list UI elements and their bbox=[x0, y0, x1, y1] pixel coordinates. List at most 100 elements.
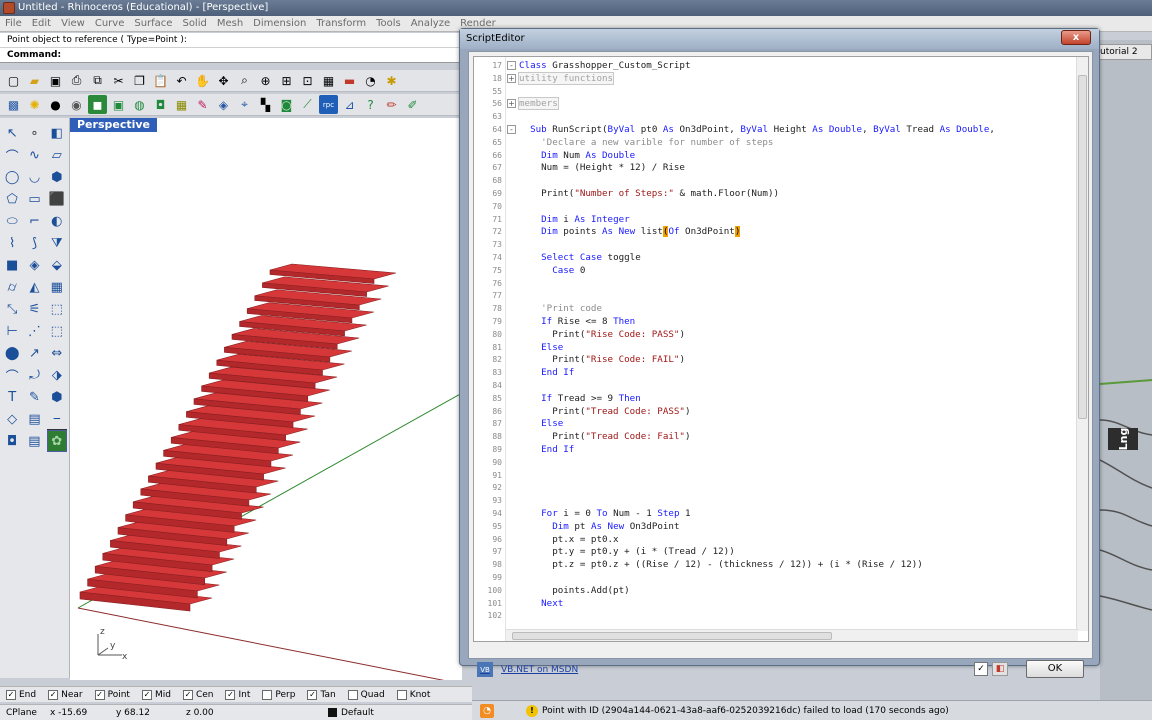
open-folder-icon[interactable]: ▰ bbox=[25, 71, 44, 90]
msdn-link-label[interactable]: VB.NET on MSDN bbox=[501, 665, 578, 675]
cut-icon[interactable]: ✂ bbox=[109, 71, 128, 90]
menu-item-dimension[interactable]: Dimension bbox=[248, 16, 311, 32]
chamfer-icon[interactable]: ◭ bbox=[24, 276, 44, 298]
group-icon[interactable]: ⬚ bbox=[47, 320, 67, 342]
code-line[interactable]: members bbox=[518, 97, 559, 111]
print-icon[interactable]: ⎙ bbox=[67, 71, 86, 90]
curve-edit-icon[interactable]: ⌇ bbox=[2, 232, 22, 254]
new-file-icon[interactable]: ▢ bbox=[4, 71, 23, 90]
polygon-icon[interactable]: ⬠ bbox=[2, 188, 22, 210]
option-checkbox[interactable]: ✓ bbox=[974, 662, 988, 676]
ok-button[interactable]: OK bbox=[1026, 660, 1084, 678]
rectangle-icon[interactable]: ▭ bbox=[24, 188, 44, 210]
mesh-icon[interactable]: ▦ bbox=[47, 276, 67, 298]
move-view-icon[interactable]: ✥ bbox=[214, 71, 233, 90]
cylinder-tool-icon[interactable]: ⌭ bbox=[2, 276, 22, 298]
render-box-icon[interactable]: ◘ bbox=[2, 430, 22, 452]
code-line[interactable]: pt.y = pt0.y + (i * (Tread / 12)) bbox=[519, 545, 735, 558]
car-render-icon[interactable]: ▬ bbox=[340, 71, 359, 90]
drape-icon[interactable]: ⬤ bbox=[2, 342, 22, 364]
line-tool-icon[interactable]: ⎯ bbox=[46, 408, 67, 430]
decal-icon[interactable]: ◙ bbox=[277, 95, 296, 114]
map-icon[interactable]: ⌖ bbox=[235, 95, 254, 114]
osnap-checkbox[interactable]: ✓ bbox=[141, 689, 152, 700]
vertical-scroll-thumb[interactable] bbox=[1078, 75, 1087, 419]
code-line[interactable]: If Rise <= 8 Then bbox=[519, 315, 635, 328]
code-line[interactable]: Dim Num As Double bbox=[519, 149, 635, 162]
sun-icon[interactable]: ✺ bbox=[25, 95, 44, 114]
osnap-checkbox[interactable]: ✓ bbox=[6, 689, 16, 700]
edit-render-icon[interactable]: ✐ bbox=[403, 95, 422, 114]
osnap-checkbox[interactable]: ✓ bbox=[182, 689, 193, 700]
close-button[interactable]: x bbox=[1061, 30, 1091, 45]
layer-name[interactable]: Default bbox=[341, 708, 374, 718]
text-icon[interactable]: T bbox=[2, 386, 22, 408]
twist-icon[interactable]: ⤾ bbox=[24, 364, 44, 386]
code-line[interactable]: Dim pt As New On3dPoint bbox=[519, 520, 679, 533]
join-icon[interactable]: ⬚ bbox=[47, 298, 67, 320]
solid-box-icon[interactable]: ■ bbox=[2, 254, 22, 276]
ground-plane-icon[interactable]: ⊿ bbox=[340, 95, 359, 114]
menu-item-transform[interactable]: Transform bbox=[311, 16, 371, 32]
solid-tools-icon[interactable]: ⬢ bbox=[47, 386, 67, 408]
dimension-icon[interactable]: ⇔ bbox=[47, 342, 67, 364]
code-line[interactable]: Print("Number of Steps:" & math.Floor(Nu… bbox=[519, 187, 779, 200]
osnap-checkbox[interactable] bbox=[347, 689, 358, 700]
lng-component[interactable]: Lng bbox=[1108, 428, 1138, 450]
code-line[interactable]: Else bbox=[519, 341, 563, 354]
viewport-title[interactable]: Perspective bbox=[70, 118, 158, 132]
grasshopper-icon[interactable]: ✿ bbox=[46, 430, 67, 452]
fold-toggle[interactable]: + bbox=[507, 99, 516, 109]
environment-icon[interactable]: ◈ bbox=[214, 95, 233, 114]
menu-item-solid[interactable]: Solid bbox=[177, 16, 211, 32]
code-line[interactable]: Class Grasshopper_Custom_Script bbox=[519, 59, 691, 72]
command-prompt[interactable]: Command: bbox=[0, 48, 470, 63]
fold-toggle[interactable]: - bbox=[507, 125, 516, 134]
paste-icon[interactable]: 📋 bbox=[151, 71, 170, 90]
brush-icon[interactable]: ⟋ bbox=[298, 95, 317, 114]
msdn-link[interactable]: VB VB.NET on MSDN bbox=[477, 662, 578, 677]
render-sphere-icon[interactable]: ◉ bbox=[67, 95, 86, 114]
ellipse-icon[interactable]: ⬭ bbox=[2, 210, 22, 232]
menu-item-surface[interactable]: Surface bbox=[129, 16, 177, 32]
horizontal-scroll-thumb[interactable] bbox=[512, 632, 832, 640]
options-icon[interactable]: ◧ bbox=[992, 662, 1008, 676]
osnap-mid[interactable]: ✓ Mid bbox=[141, 689, 171, 700]
sweep-icon[interactable]: ⧩ bbox=[47, 232, 67, 254]
code-line[interactable]: Select Case toggle bbox=[519, 251, 641, 264]
zoom-icon[interactable]: ⌕ bbox=[235, 71, 254, 90]
osnap-checkbox[interactable] bbox=[262, 689, 273, 700]
osnap-cen[interactable]: ✓ Cen bbox=[182, 689, 213, 700]
select-arrow-icon[interactable]: ↖ bbox=[2, 122, 22, 144]
osnap-knot[interactable]: Knot bbox=[396, 689, 430, 700]
vertical-scrollbar[interactable] bbox=[1076, 57, 1088, 631]
pan-hand-icon[interactable]: ✋ bbox=[193, 71, 212, 90]
grasshopper-canvas[interactable] bbox=[1099, 40, 1152, 700]
code-line[interactable]: Next bbox=[519, 597, 563, 610]
analyze-icon[interactable]: ↗ bbox=[24, 342, 44, 364]
code-line[interactable]: Print("Tread Code: PASS") bbox=[519, 405, 690, 418]
osnap-end[interactable]: ✓ End bbox=[6, 689, 36, 700]
osnap-checkbox[interactable]: ✓ bbox=[48, 689, 59, 700]
code-line[interactable]: utility functions bbox=[517, 71, 615, 85]
offset-icon[interactable]: ⟆ bbox=[24, 232, 44, 254]
code-line[interactable]: Print("Rise Code: FAIL") bbox=[519, 353, 685, 366]
point-icon[interactable]: ∘ bbox=[24, 122, 44, 144]
circle-icon[interactable]: ◯ bbox=[2, 166, 22, 188]
code-line[interactable]: Print("Tread Code: Fail") bbox=[519, 430, 690, 443]
help-icon[interactable]: ? bbox=[361, 95, 380, 114]
copy-icon[interactable]: ⧉ bbox=[88, 71, 107, 90]
paint-icon[interactable]: ✎ bbox=[193, 95, 212, 114]
code-line[interactable]: If Tread >= 9 Then bbox=[519, 392, 641, 405]
light-bulb-icon[interactable]: ✱ bbox=[382, 71, 401, 90]
boolean-icon[interactable]: ◈ bbox=[24, 254, 44, 276]
loft-icon[interactable]: ⬢ bbox=[47, 166, 67, 188]
osnap-near[interactable]: ✓ Near bbox=[48, 689, 83, 700]
code-line[interactable]: Num = (Height * 12) / Rise bbox=[519, 161, 685, 174]
perspective-viewport[interactable]: Perspective z y x bbox=[70, 118, 462, 680]
osnap-checkbox[interactable]: ✓ bbox=[225, 689, 236, 700]
horizontal-scrollbar[interactable] bbox=[506, 629, 1078, 641]
texture-icon[interactable]: ▦ bbox=[172, 95, 191, 114]
surface-icon[interactable]: ▱ bbox=[47, 144, 67, 166]
zoom-extents-icon[interactable]: ⊞ bbox=[277, 71, 296, 90]
